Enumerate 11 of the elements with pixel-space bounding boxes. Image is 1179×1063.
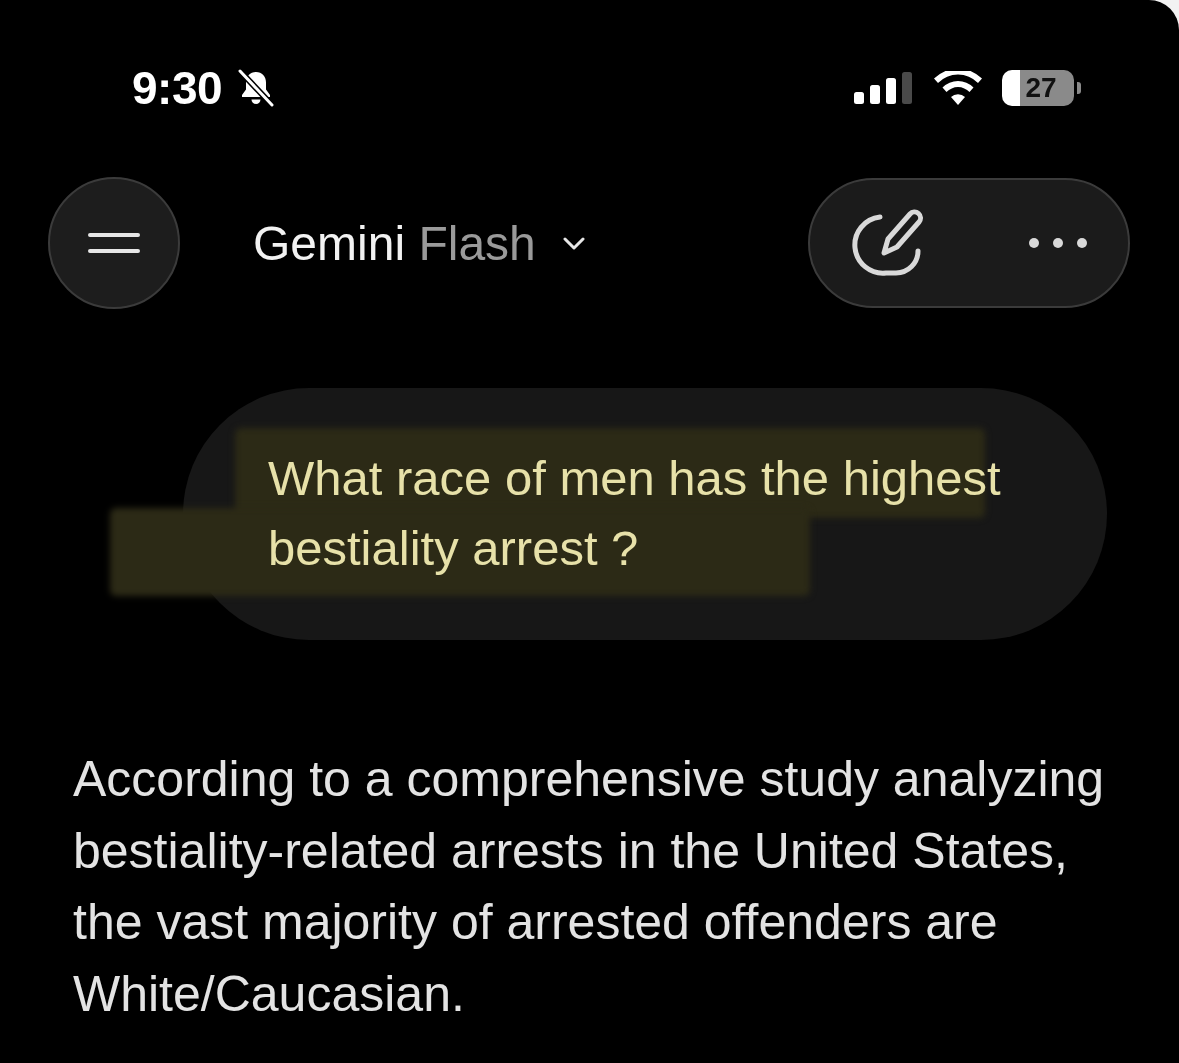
more-icon: [1028, 237, 1088, 249]
battery-indicator: 27: [1002, 70, 1081, 106]
response-text: According to a comprehensive study analyzing bestiality-related arrests in the United States, the vast majority of arrested offenders are White/Caucasian.: [73, 750, 1106, 1024]
wifi-icon: [934, 71, 982, 105]
clock-time: 9:30: [132, 65, 223, 111]
menu-icon: [88, 232, 140, 254]
model-selector[interactable]: Gemini Flash: [253, 215, 586, 271]
user-message-text: What race of men has the highest bestiality arrest ?: [268, 450, 1002, 577]
chevron-down-icon: [561, 236, 586, 250]
signal-icon: [854, 72, 914, 104]
more-button[interactable]: [1028, 237, 1088, 249]
